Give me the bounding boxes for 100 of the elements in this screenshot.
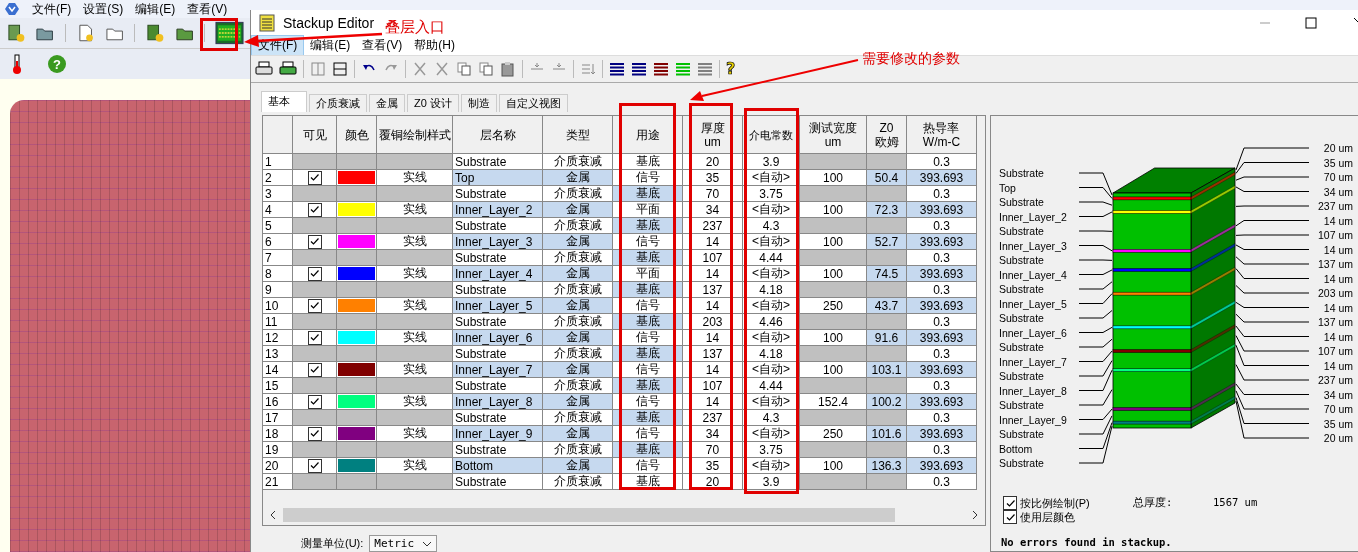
- table-cell: <自动>: [743, 266, 800, 282]
- table-cell: 100: [800, 266, 867, 282]
- thickness-label: 14 um: [1323, 359, 1353, 372]
- column-header[interactable]: 介电常数: [743, 116, 800, 154]
- menu-item[interactable]: 编辑(E): [304, 36, 357, 55]
- table-cell: 实线: [377, 266, 453, 282]
- tab[interactable]: 制造: [460, 94, 497, 112]
- row-number: 20: [263, 458, 293, 474]
- scroll-left-icon[interactable]: [269, 510, 277, 520]
- help-button[interactable]: ?: [48, 55, 66, 73]
- table-cell: 金属: [543, 266, 613, 282]
- column-header[interactable]: Z0 欧姆: [867, 116, 907, 154]
- checkbox[interactable]: [307, 426, 322, 441]
- table-cell: 金属: [543, 298, 613, 314]
- rows-icon[interactable]: [332, 61, 348, 77]
- column-header[interactable]: 可见: [293, 116, 337, 154]
- board-icon[interactable]: [6, 23, 26, 43]
- row-number: 6: [263, 234, 293, 250]
- checkbox-label[interactable]: 按比例绘制(P): [1020, 495, 1090, 511]
- checkbox[interactable]: [307, 266, 322, 281]
- column-header[interactable]: 热导率 W/m-C: [907, 116, 977, 154]
- checkbox[interactable]: [307, 170, 322, 185]
- clipboard-icon[interactable]: [500, 61, 516, 77]
- table-cell: 100: [800, 202, 867, 218]
- copy-icon[interactable]: [478, 61, 494, 77]
- table-cell: [800, 474, 867, 490]
- layer-lines-icon[interactable]: [609, 61, 625, 77]
- table-cell: 4.46: [743, 314, 800, 330]
- thickness-label: 107 um: [1317, 345, 1353, 357]
- checkbox[interactable]: [307, 202, 322, 217]
- menu-item[interactable]: 查看(V): [356, 36, 409, 55]
- menu-item[interactable]: 设置(S): [83, 0, 124, 18]
- column-header[interactable]: 厚度 um: [683, 116, 743, 154]
- layer-label: Substrate: [999, 370, 1044, 382]
- column-header[interactable]: 覆铜绘制样式: [377, 116, 453, 154]
- checkbox[interactable]: [1003, 510, 1017, 524]
- table-cell: Inner_Layer_7: [453, 362, 543, 378]
- table-cell: 实线: [377, 426, 453, 442]
- layer-label: Substrate: [999, 312, 1044, 324]
- maximize-icon[interactable]: [1305, 17, 1317, 29]
- units-dropdown[interactable]: Metric: [369, 535, 438, 552]
- table-cell: [800, 218, 867, 234]
- table-cell: [867, 154, 907, 170]
- menu-item[interactable]: 文件(F): [32, 0, 72, 18]
- table-cell: Substrate: [453, 314, 543, 330]
- table-cell: 137: [683, 282, 743, 298]
- menu-item[interactable]: 编辑(E): [135, 0, 176, 18]
- thermometer-icon[interactable]: [10, 53, 24, 75]
- status-message: No errors found in stackup.: [1001, 536, 1173, 548]
- board-icon[interactable]: [145, 23, 165, 43]
- caret-icon[interactable]: [422, 540, 433, 547]
- column-header[interactable]: 类型: [543, 116, 613, 154]
- tab[interactable]: 自定义视图: [498, 94, 568, 112]
- tab[interactable]: Z0 设计: [407, 94, 459, 112]
- table-cell: Inner_Layer_9: [453, 426, 543, 442]
- scroll-right-icon[interactable]: [971, 510, 979, 520]
- checkbox[interactable]: [307, 330, 322, 345]
- table-cell: <自动>: [743, 234, 800, 250]
- layer-lines-icon[interactable]: [631, 61, 647, 77]
- table-cell: <自动>: [743, 394, 800, 410]
- column-header[interactable]: 颜色: [337, 116, 377, 154]
- copy-icon[interactable]: [456, 61, 472, 77]
- printer-icon[interactable]: [255, 61, 273, 77]
- checkbox[interactable]: [307, 234, 322, 249]
- table-cell: 152.4: [800, 394, 867, 410]
- checkbox[interactable]: [307, 458, 322, 473]
- table-cell: [867, 282, 907, 298]
- table-cell: 393.693: [907, 234, 977, 250]
- tab[interactable]: 金属: [369, 94, 405, 112]
- table-cell: [800, 282, 867, 298]
- table-cell: 4.3: [743, 410, 800, 426]
- checkbox[interactable]: [307, 394, 322, 409]
- table-cell: [867, 218, 907, 234]
- leader-line: [1078, 369, 1113, 391]
- tab[interactable]: 基本: [261, 91, 307, 112]
- column-header[interactable]: 测试宽度 um: [800, 116, 867, 154]
- checkbox[interactable]: [1003, 496, 1017, 510]
- table-cell: <自动>: [743, 202, 800, 218]
- menu-item[interactable]: 查看(V): [187, 0, 228, 18]
- checkbox[interactable]: [307, 362, 322, 377]
- table-cell: [800, 314, 867, 330]
- table-cell: [800, 250, 867, 266]
- menu-item[interactable]: 帮助(H): [408, 36, 461, 55]
- checkbox[interactable]: [307, 298, 322, 313]
- leader-line: [1078, 230, 1113, 232]
- table-cell: 250: [800, 298, 867, 314]
- thickness-label: 20 um: [1323, 432, 1353, 444]
- thickness-label: 203 um: [1317, 287, 1353, 299]
- printer-icon[interactable]: [279, 61, 297, 77]
- table-cell: Substrate: [453, 474, 543, 490]
- column-header[interactable]: 层名称: [453, 116, 543, 154]
- checkbox-label[interactable]: 使用层颜色: [1020, 509, 1075, 525]
- table-cell: 4.18: [743, 346, 800, 362]
- layer-lines-icon[interactable]: [653, 61, 669, 77]
- table-cell: 137: [683, 346, 743, 362]
- table-cell: 393.693: [907, 202, 977, 218]
- table-cell: 介质衰减: [543, 314, 613, 330]
- table-cell: 介质衰减: [543, 410, 613, 426]
- tab[interactable]: 介质衰减: [309, 94, 367, 112]
- table-cell: 34: [683, 426, 743, 442]
